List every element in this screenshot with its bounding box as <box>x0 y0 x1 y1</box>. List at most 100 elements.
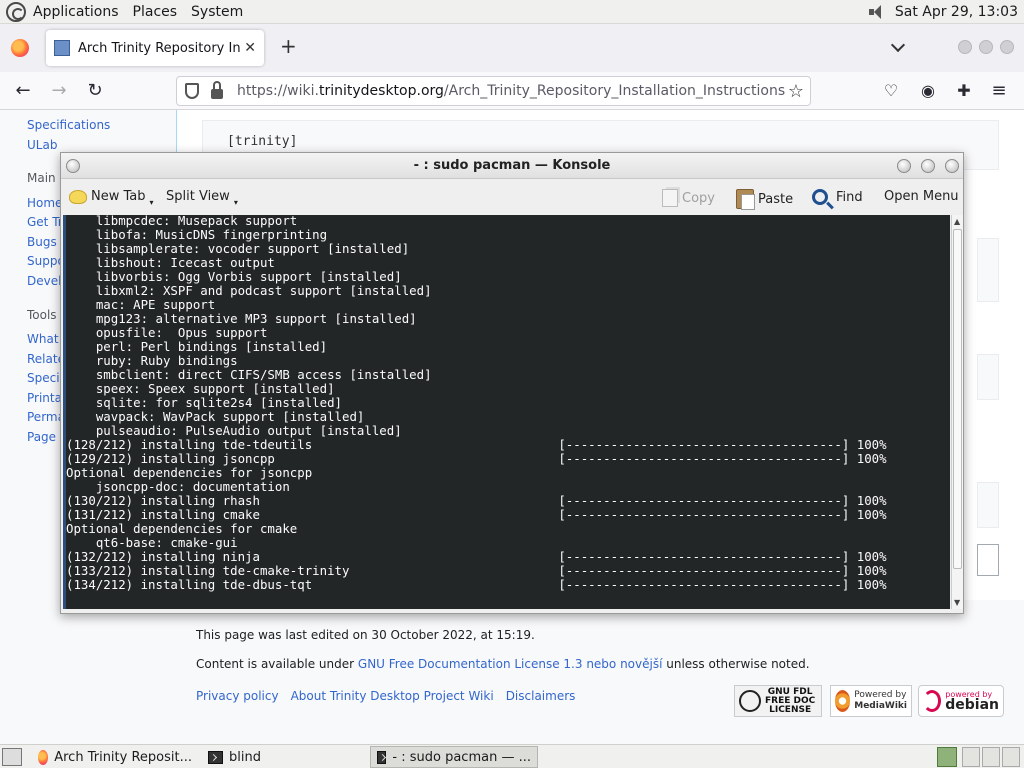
menu-places[interactable]: Places <box>126 4 185 20</box>
browser-tab[interactable]: Arch Trinity Repository Installation Ins… <box>46 30 264 66</box>
paste-icon <box>736 189 755 210</box>
clock[interactable]: Sat Apr 29, 13:03 <box>895 4 1018 20</box>
firefox-icon <box>38 749 49 765</box>
minimize-button[interactable] <box>958 40 972 54</box>
terminal-line: libofa: MusicDNS fingerprinting <box>66 227 328 242</box>
open-menu-button[interactable]: Open Menu <box>884 189 959 204</box>
close-window-button[interactable] <box>1000 40 1014 54</box>
menu-hamburger-icon[interactable]: ≡ <box>990 82 1008 100</box>
new-tab-icon <box>69 189 87 204</box>
konsole-titlebar[interactable]: - : sudo pacman — Konsole <box>61 153 963 179</box>
terminal-line: (128/212) installing tde-tdeutils [-----… <box>66 437 887 452</box>
gnu-fdl-badge-text: GNU FDL FREE DOC LICENSE <box>765 686 816 715</box>
taskbar-item-firefox[interactable]: Arch Trinity Reposit... <box>32 746 198 768</box>
scrollbar-handle[interactable] <box>953 229 962 569</box>
dropdown-arrow-icon: ▾ <box>149 198 154 207</box>
terminal-icon <box>377 750 387 764</box>
terminal-scrollbar[interactable]: ▲ ▼ <box>951 215 963 609</box>
sidebar-link-bugs[interactable]: Bugs <box>27 235 57 249</box>
reload-icon[interactable]: ↻ <box>86 82 104 100</box>
terminal-line: (133/212) installing tde-cmake-trinity [… <box>66 563 887 578</box>
new-tab-button[interactable]: + <box>280 36 297 56</box>
konsole-window[interactable]: - : sudo pacman — Konsole New Tab ▾ Split… <box>60 152 964 614</box>
workspace-1[interactable] <box>962 747 980 767</box>
terminal-line: qt6-base: cmake-gui <box>66 535 238 550</box>
konsole-minimize-button[interactable] <box>897 159 911 173</box>
split-view-button[interactable]: Split View ▾ <box>166 189 238 207</box>
forward-icon[interactable]: → <box>50 82 68 100</box>
privacy-policy-link[interactable]: Privacy policy <box>196 689 279 703</box>
find-button[interactable]: Find <box>812 189 863 205</box>
mediawiki-badge[interactable]: Powered by MediaWiki <box>830 685 912 717</box>
debian-badge[interactable]: powered by debian <box>918 685 1004 717</box>
sidebar-link-home[interactable]: Home <box>27 196 62 210</box>
trash-icon[interactable] <box>937 747 957 767</box>
debian-swirl-icon <box>923 690 942 712</box>
copy-icon <box>662 189 678 207</box>
sidebar-link-get-trinity[interactable]: Get Tr <box>27 215 63 229</box>
terminal-line: libxml2: XSPF and podcast support [insta… <box>66 283 432 298</box>
sidebar-link-ulab[interactable]: ULab <box>27 138 57 152</box>
about-link[interactable]: About Trinity Desktop Project Wiki <box>291 689 494 703</box>
scroll-up-icon[interactable]: ▲ <box>954 217 960 226</box>
show-desktop-icon[interactable] <box>2 748 22 766</box>
url-text[interactable]: https://wiki.trinitydesktop.org/Arch_Tri… <box>237 83 785 99</box>
close-tab-icon[interactable]: ✕ <box>244 40 256 56</box>
bookmark-star-icon[interactable]: ☆ <box>788 81 804 102</box>
lock-icon[interactable] <box>211 81 223 99</box>
menu-system[interactable]: System <box>184 4 250 20</box>
konsole-title: - : sudo pacman — Konsole <box>413 158 611 173</box>
tab-favicon-icon <box>54 40 70 56</box>
workspace-2[interactable] <box>982 747 1000 767</box>
dropdown-arrow-icon: ▾ <box>233 198 238 207</box>
menu-applications[interactable]: Applications <box>26 4 126 20</box>
input-box-edge <box>977 544 999 576</box>
license-text: Content is available under GNU Free Docu… <box>196 657 810 671</box>
sidebar-link-printable[interactable]: Printa <box>27 391 62 405</box>
terminal-line: wavpack: WavPack support [installed] <box>66 409 365 424</box>
bottom-taskbar: Arch Trinity Reposit... blind - : sudo p… <box>0 744 1024 768</box>
maximize-button[interactable] <box>979 40 993 54</box>
terminal-line: (131/212) installing cmake [------------… <box>66 507 887 522</box>
terminal-line: Optional dependencies for cmake <box>66 521 298 536</box>
url-bar[interactable]: https://wiki.trinitydesktop.org/Arch_Tri… <box>176 76 811 106</box>
code-block-edge <box>977 354 999 400</box>
account-icon[interactable]: ◉ <box>919 82 937 100</box>
search-icon <box>812 189 828 205</box>
scroll-down-icon[interactable]: ▼ <box>954 598 960 607</box>
extensions-icon[interactable]: ✚ <box>955 82 973 100</box>
firefox-view-icon[interactable] <box>11 39 29 57</box>
new-tab-button[interactable]: New Tab ▾ <box>69 189 154 207</box>
sidebar-link-what-links-here[interactable]: What <box>27 332 59 346</box>
disclaimers-link[interactable]: Disclaimers <box>506 689 576 703</box>
terminal-line: speex: Speex support [installed] <box>66 381 335 396</box>
list-all-tabs-icon[interactable] <box>890 38 906 54</box>
terminal-line: libsamplerate: vocoder support [installe… <box>66 241 410 256</box>
sidebar-link-page-info[interactable]: Page <box>27 430 56 444</box>
taskbar-item-konsole[interactable]: - : sudo pacman — ... <box>370 746 538 768</box>
system-logo-icon[interactable] <box>6 1 26 22</box>
sidebar-link-specifications[interactable]: Specifications <box>27 118 110 132</box>
terminal-output[interactable]: libmpcdec: Musepack support libofa: Musi… <box>63 215 950 609</box>
taskbar-item-blind[interactable]: blind <box>202 746 362 768</box>
sidebar-heading-tools: Tools <box>27 308 57 322</box>
gnu-fdl-badge[interactable]: GNU FDL FREE DOC LICENSE <box>734 685 822 717</box>
gnu-logo-icon <box>739 690 761 712</box>
pocket-icon[interactable]: ♡ <box>882 82 900 100</box>
konsole-maximize-button[interactable] <box>921 159 935 173</box>
terminal-line: mpg123: alternative MP3 support [install… <box>66 311 417 326</box>
copy-button[interactable]: Copy <box>662 189 715 207</box>
konsole-close-button[interactable] <box>945 159 959 173</box>
volume-icon[interactable] <box>867 4 887 20</box>
terminal-line: libshout: Icecast output <box>66 255 275 270</box>
license-link[interactable]: GNU Free Documentation License 1.3 nebo … <box>358 657 663 671</box>
terminal-line: sqlite: for sqlite2s4 [installed] <box>66 395 343 410</box>
paste-button[interactable]: Paste <box>736 189 793 210</box>
workspace-3[interactable] <box>1002 747 1020 767</box>
back-icon[interactable]: ← <box>14 82 32 100</box>
terminal-line: pulseaudio: PulseAudio output [installed… <box>66 423 402 438</box>
tab-strip: Arch Trinity Repository Installation Ins… <box>0 24 1024 72</box>
terminal-line: Optional dependencies for jsoncpp <box>66 465 313 480</box>
tracking-protection-icon[interactable] <box>185 83 199 99</box>
code-block-edge <box>977 482 999 528</box>
